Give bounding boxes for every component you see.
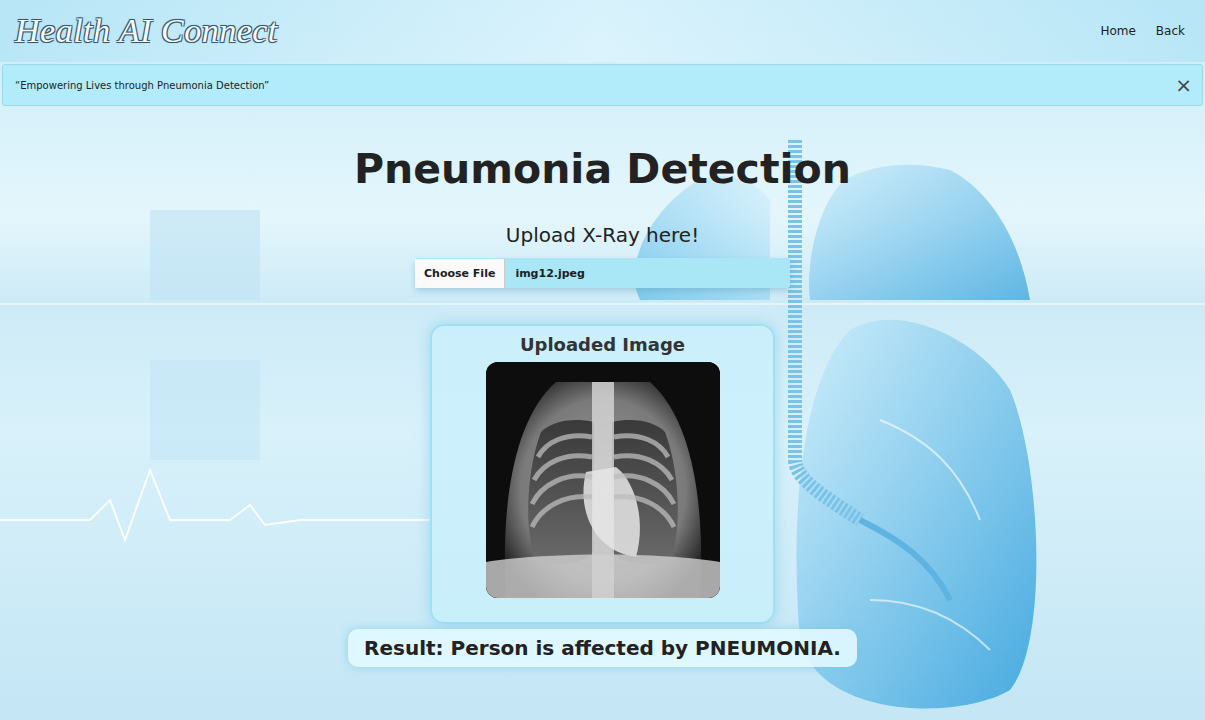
page-title: Pneumonia Detection: [354, 144, 851, 194]
close-icon[interactable]: ×: [1175, 75, 1192, 95]
page: Health AI Connect Home Back “Empowering Liv…: [0, 0, 1205, 720]
result-text: Result: Person is affected by PNEUMONIA.: [348, 629, 857, 667]
banner-text: “Empowering Lives through Pneumonia Dete…: [15, 80, 269, 91]
file-input[interactable]: Choose Fileimg12.jpeg: [415, 258, 790, 288]
main-content: Pneumonia DetectionUpload X-Ray here!Cho…: [0, 106, 1205, 667]
brand-logo[interactable]: Health AI Connect: [15, 12, 278, 50]
preview-title: Uploaded Image: [520, 332, 685, 358]
choose-file-button[interactable]: Choose File: [415, 259, 505, 288]
xray-image: [486, 362, 720, 598]
file-name: img12.jpeg: [505, 267, 585, 280]
nav-link[interactable]: Home: [1100, 24, 1135, 38]
upload-label: Upload X-Ray here!: [506, 222, 699, 248]
nav-links: Home Back: [1100, 24, 1185, 38]
nav-link[interactable]: Back: [1156, 24, 1185, 38]
top-navbar: Health AI Connect Home Back: [0, 0, 1205, 62]
alert-banner: “Empowering Lives through Pneumonia Dete…: [2, 64, 1203, 106]
preview-card: Uploaded Image: [430, 324, 775, 624]
